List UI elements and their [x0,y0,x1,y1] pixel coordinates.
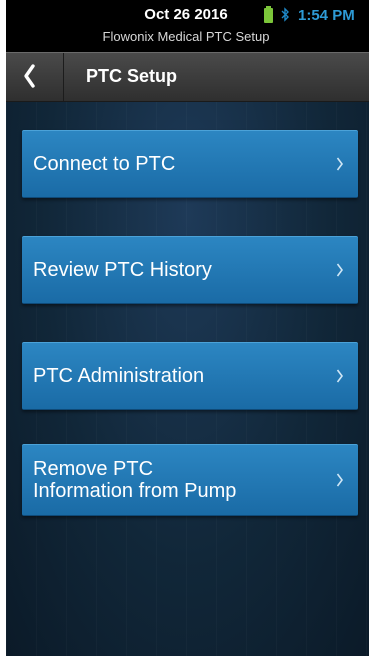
device-screen: Oct 26 2016 Flowonix Medical PTC Setup 1… [6,0,369,656]
back-button[interactable] [6,53,64,101]
page-title: PTC Setup [86,66,178,86]
status-bar: Oct 26 2016 Flowonix Medical PTC Setup 1… [6,0,369,52]
ptc-administration-button[interactable]: PTC Administration [22,342,358,410]
menu-item-label: Remove PTC Information from Pump [33,458,237,502]
connect-to-ptc-button[interactable]: Connect to PTC [22,130,358,198]
remove-ptc-information-button[interactable]: Remove PTC Information from Pump [22,444,358,516]
menu-item-label: PTC Administration [33,365,205,387]
status-date: Oct 26 2016 [144,6,228,23]
menu-item-label: Review PTC History [33,259,212,281]
menu-item-label: Connect to PTC [33,153,176,175]
chevron-right-icon [336,473,343,487]
chevron-right-icon [336,263,343,277]
battery-icon [264,6,273,23]
title-bar: PTC Setup [6,52,369,102]
chevron-left-icon [24,64,35,88]
chevron-right-icon [336,157,343,171]
bluetooth-icon [280,7,290,26]
menu-list: Connect to PTC Review PTC History PTC Ad… [6,102,369,656]
status-time: 1:54 PM [298,7,355,24]
status-subtitle: Flowonix Medical PTC Setup [102,29,270,44]
review-ptc-history-button[interactable]: Review PTC History [22,236,358,304]
chevron-right-icon [336,369,343,383]
